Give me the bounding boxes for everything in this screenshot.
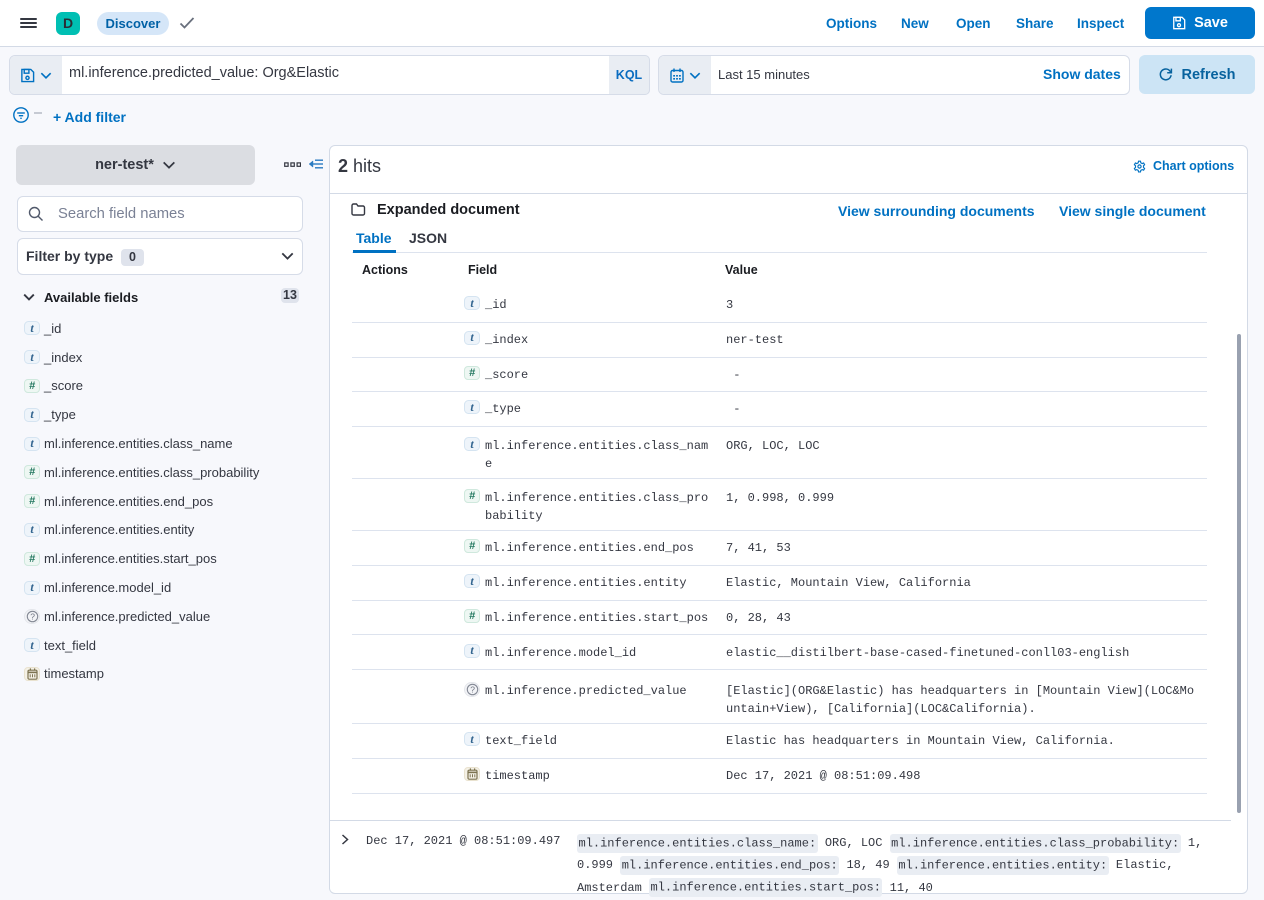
svg-text:?: ? — [30, 611, 35, 621]
svg-text:?: ? — [470, 685, 475, 695]
